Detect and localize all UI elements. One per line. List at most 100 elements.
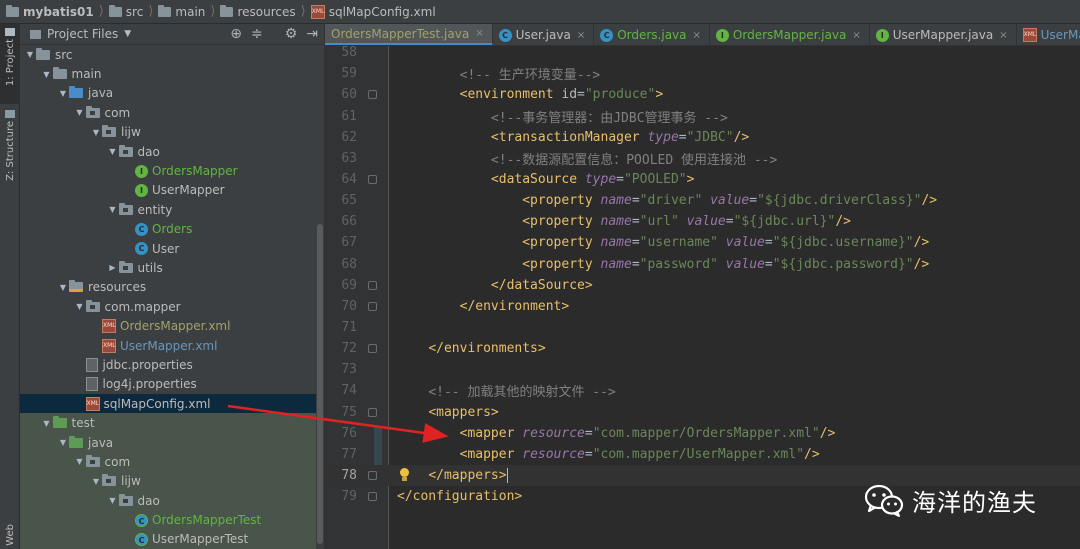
fold-marker-icon[interactable] [368, 301, 377, 311]
collapse-arrow-icon[interactable]: ▼ [90, 477, 102, 486]
tool-tab-structure[interactable]: Z: Structure [0, 108, 20, 208]
code-line[interactable]: 73 [325, 359, 1080, 380]
tab-ordersmappertest-java[interactable]: OrdersMapperTest.java × [325, 24, 493, 45]
code-token: "${jdbc.driverClass}" [757, 193, 922, 209]
tree-item-com-mapper[interactable]: ▼ com.mapper [20, 297, 317, 316]
close-icon[interactable]: × [475, 28, 483, 39]
tree-item-lijw[interactable]: ▼ lijw [20, 123, 317, 142]
hide-panel-icon[interactable]: ⇥ [306, 27, 318, 42]
code-line[interactable]: 69 </dataSource> [325, 275, 1080, 296]
collapse-all-icon[interactable]: ≑ [251, 27, 263, 42]
code-line[interactable]: 58 [325, 46, 1080, 63]
fold-marker-icon[interactable] [368, 407, 377, 417]
fold-marker-icon[interactable] [368, 174, 377, 184]
tree-item-dao[interactable]: ▼ dao [20, 142, 317, 161]
tree-item-lijw[interactable]: ▼ lijw [20, 471, 317, 491]
tab-user-java[interactable]: C User.java × [493, 24, 595, 45]
tree-item-user[interactable]: ·C User [20, 239, 317, 258]
fold-marker-icon[interactable] [368, 90, 377, 100]
tree-item-usermapper-xml[interactable]: ·XML UserMapper.xml [20, 336, 317, 355]
code-line[interactable]: 68 <property name="password" value="${jd… [325, 254, 1080, 275]
tree-item-log4j-properties[interactable]: · log4j.properties [20, 375, 317, 394]
code-line[interactable]: 66 <property name="url" value="${jdbc.ur… [325, 211, 1080, 232]
tree-item-ordersmapper-xml[interactable]: ·XML OrdersMapper.xml [20, 316, 317, 335]
tree-item-jdbc-properties[interactable]: · jdbc.properties [20, 355, 317, 374]
code-line[interactable]: 60 <environment id="produce"> [325, 84, 1080, 105]
tree-item-entity[interactable]: ▼ entity [20, 200, 317, 219]
collapse-arrow-icon[interactable]: ▼ [74, 302, 86, 311]
fold-marker-icon[interactable] [368, 280, 377, 290]
code-line[interactable]: 77 <mapper resource="com.mapper/UserMapp… [325, 444, 1080, 465]
expand-arrow-icon[interactable]: ▶ [107, 263, 119, 272]
close-icon[interactable]: × [999, 30, 1007, 41]
tool-tab-project[interactable]: 1: Project [0, 24, 20, 104]
tab-usermapper-xml[interactable]: XMLUserMapper.xml× [1017, 24, 1080, 45]
scrollbar-thumb[interactable] [317, 224, 323, 544]
tree-item-orders[interactable]: ·C Orders [20, 220, 317, 239]
collapse-arrow-icon[interactable]: ▼ [57, 438, 69, 447]
breadcrumb-item[interactable]: src [108, 4, 143, 19]
tree-item-sqlmapconfig-xml[interactable]: ·XMLsqlMapConfig.xml [20, 394, 317, 414]
tool-tab-web[interactable]: Web [0, 524, 20, 549]
tree-item-usermappertest[interactable]: ·C UserMapperTest [20, 529, 317, 549]
code-line[interactable]: 63 <!--数据源配置信息：POOLED 使用连接池 --> [325, 148, 1080, 169]
gear-icon[interactable]: ⚙ [285, 27, 298, 42]
breadcrumb-item[interactable]: resources [220, 4, 296, 19]
code-line[interactable]: 61 <!--事务管理器：由JDBC管理事务 --> [325, 105, 1080, 126]
tree-item-usermapper[interactable]: ·I UserMapper [20, 181, 317, 200]
code-line[interactable]: 75 <mappers> [325, 402, 1080, 423]
tree-item-utils[interactable]: ▶ utils [20, 258, 317, 277]
code-line[interactable]: 72 </environments> [325, 338, 1080, 359]
breadcrumb-label: resources [237, 4, 296, 19]
breadcrumb-item[interactable]: mybatis01 [6, 4, 94, 19]
code-line[interactable]: 70 </environment> [325, 296, 1080, 317]
locate-icon[interactable]: ⊕ [230, 27, 242, 42]
collapse-arrow-icon[interactable]: ▼ [107, 147, 119, 156]
tree-item-ordersmappertest[interactable]: ·C OrdersMapperTest [20, 510, 317, 530]
code-editor[interactable]: 58 59 <!-- 生产环境变量--> 60 <environment id="p… [325, 46, 1080, 549]
code-line[interactable]: 67 <property name="username" value="${jd… [325, 232, 1080, 253]
collapse-arrow-icon[interactable]: ▼ [107, 205, 119, 214]
code-line[interactable]: 76 <mapper resource="com.mapper/OrdersMa… [325, 423, 1080, 444]
collapse-arrow-icon[interactable]: ▼ [74, 457, 86, 466]
tree-item-resources[interactable]: ▼ resources [20, 278, 317, 297]
code-line[interactable]: 74 <!-- 加载其他的映射文件 --> [325, 380, 1080, 401]
tab-orders-java[interactable]: C Orders.java × [594, 24, 710, 45]
breadcrumb-item[interactable]: main [158, 4, 205, 19]
tab-usermapper-java[interactable]: I UserMapper.java × [870, 24, 1017, 45]
code-line[interactable]: 62 <transactionManager type="JDBC"/> [325, 127, 1080, 148]
code-line[interactable]: 71 [325, 317, 1080, 338]
code-line[interactable]: 65 <property name="driver" value="${jdbc… [325, 190, 1080, 211]
tree-item-src[interactable]: ▼ src [20, 45, 317, 64]
collapse-arrow-icon[interactable]: ▼ [41, 70, 53, 79]
collapse-arrow-icon[interactable]: ▼ [57, 89, 69, 98]
fold-marker-icon[interactable] [368, 344, 377, 354]
lightbulb-icon[interactable] [399, 468, 410, 482]
tree-item-java[interactable]: ▼ java [20, 432, 317, 453]
tree-item-com[interactable]: ▼ com [20, 452, 317, 472]
collapse-arrow-icon[interactable]: ▼ [74, 108, 86, 117]
code-line[interactable]: 64 <dataSource type="POOLED"> [325, 169, 1080, 190]
collapse-arrow-icon[interactable]: ▼ [57, 283, 69, 292]
chevron-down-icon[interactable]: ▼ [124, 29, 131, 39]
collapse-arrow-icon[interactable]: ▼ [90, 128, 102, 137]
tree-item-com[interactable]: ▼ com [20, 103, 317, 122]
close-icon[interactable]: × [693, 30, 701, 41]
collapse-arrow-icon[interactable]: ▼ [24, 50, 36, 59]
close-icon[interactable]: × [852, 30, 860, 41]
tree-item-java[interactable]: ▼ java [20, 84, 317, 103]
tree-item-main[interactable]: ▼ main [20, 64, 317, 83]
tab-ordersmapper-java[interactable]: I OrdersMapper.java × [710, 24, 870, 45]
breadcrumb-item[interactable]: XML sqlMapConfig.xml [310, 4, 436, 19]
tree-item-test[interactable]: ▼ test [20, 413, 317, 433]
fold-marker-icon[interactable] [368, 492, 377, 502]
tree-scrollbar[interactable] [316, 46, 324, 549]
tree-item-ordersmapper[interactable]: ·I OrdersMapper [20, 161, 317, 180]
collapse-arrow-icon[interactable]: ▼ [41, 419, 53, 428]
tree-item-dao[interactable]: ▼ dao [20, 490, 317, 511]
project-view-selector[interactable]: Project Files [47, 27, 118, 41]
code-line[interactable]: 59 <!-- 生产环境变量--> [325, 63, 1080, 84]
collapse-arrow-icon[interactable]: ▼ [107, 496, 119, 505]
close-icon[interactable]: × [577, 30, 585, 41]
fold-marker-icon[interactable] [368, 471, 377, 480]
